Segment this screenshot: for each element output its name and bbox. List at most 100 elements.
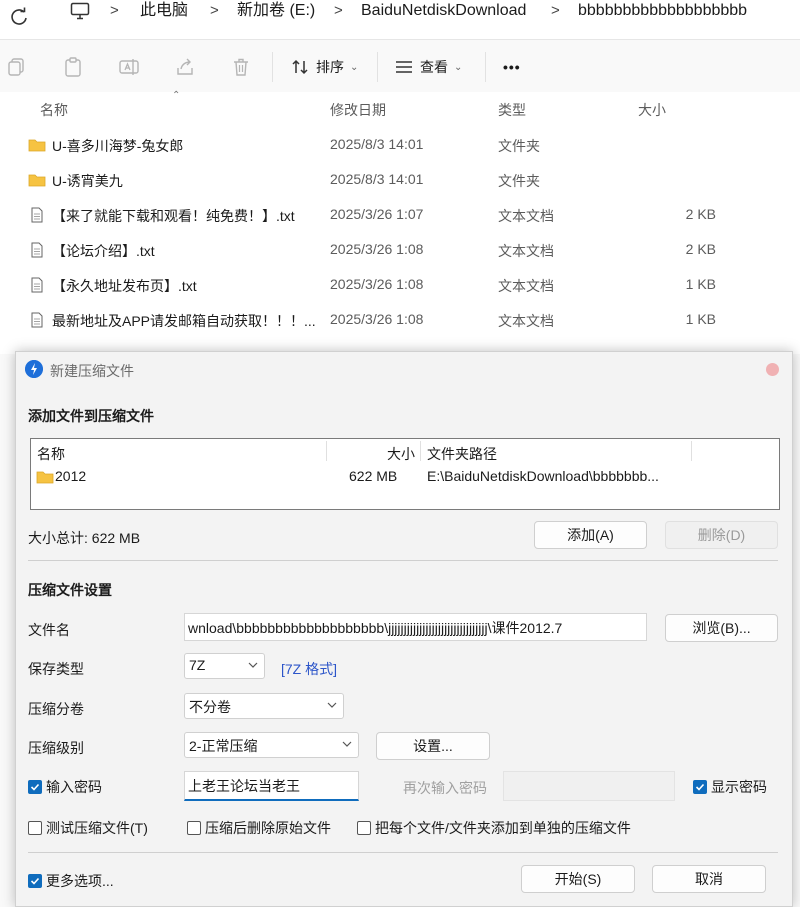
breadcrumb-separator-icon: > [210,2,219,19]
column-divider [420,441,421,461]
file-row[interactable]: U-诱宵美九 2025/8/3 14:01 文件夹 [0,163,800,198]
filename-label: 文件名 [28,622,70,638]
file-row[interactable]: 【论坛介绍】.txt 2025/3/26 1:08 文本文档 2 KB [0,233,800,268]
text-file-icon [31,312,43,328]
breadcrumb-baidu[interactable]: BaiduNetdiskDownload [361,0,526,22]
show-password-checkbox[interactable]: 显示密码 [693,777,767,797]
breadcrumb-current-folder[interactable]: bbbbbbbbbbbbbbbbbbb [578,0,747,22]
file-name: 【论坛介绍】.txt [52,243,155,259]
column-header-type[interactable]: 类型 [498,100,526,120]
format-link[interactable]: [7Z 格式] [281,659,337,679]
chevron-down-icon [327,702,337,708]
add-files-section-title: 添加文件到压缩文件 [28,408,154,424]
file-date: 2025/3/26 1:08 [330,311,424,327]
list-header-size[interactable]: 大小 [387,444,415,464]
file-row[interactable]: 【永久地址发布页】.txt 2025/3/26 1:08 文本文档 1 KB [0,268,800,303]
view-label: 查看 [420,59,448,75]
file-type: 文本文档 [498,278,554,294]
checkbox-unchecked-icon [28,821,42,835]
section-divider [28,560,778,561]
delete-button[interactable]: 删除(D) [665,521,778,549]
delete-after-compress-checkbox[interactable]: 压缩后删除原始文件 [187,818,331,838]
compression-level-label: 压缩级别 [28,740,84,756]
dialog-title: 新建压缩文件 [50,363,134,379]
toolbar-divider [272,52,273,82]
enter-password-label: 输入密码 [46,779,102,795]
compression-level-select[interactable]: 2-正常压缩 [184,732,359,758]
command-bar: 排序 ⌄ 查看 ⌄ ••• [0,40,800,92]
column-header-size[interactable]: 大小 [638,100,666,120]
more-options-label: 更多选项... [46,873,114,889]
compression-level-value: 2-正常压缩 [189,738,258,754]
password-input[interactable]: 上老王论坛当老王 [184,771,359,801]
list-header-path[interactable]: 文件夹路径 [427,444,497,464]
file-date: 2025/3/26 1:07 [330,206,424,222]
address-bar: > 此电脑 > 新加卷 (E:) > BaiduNetdiskDownload … [0,0,800,40]
breadcrumb-this-pc[interactable]: 此电脑 [140,0,188,22]
breadcrumb-separator-icon: > [334,2,343,19]
file-name: 【永久地址发布页】.txt [52,278,197,294]
toolbar-divider [485,52,486,82]
breadcrumb-drive[interactable]: 新加卷 (E:) [237,0,315,22]
chevron-down-icon [248,662,258,668]
split-volume-value: 不分卷 [189,699,231,715]
test-archive-checkbox[interactable]: 测试压缩文件(T) [28,818,148,838]
file-row[interactable]: U-喜多川海梦-兔女郎 2025/8/3 14:01 文件夹 [0,128,800,163]
list-header-name[interactable]: 名称 [37,444,65,464]
save-type-select[interactable]: 7Z [184,653,265,679]
sort-label: 排序 [316,59,344,75]
folder-icon [28,174,46,187]
dialog-title-bar: 新建压缩文件 [16,352,792,386]
rename-icon[interactable] [118,56,140,78]
file-size: 2 KB [685,241,716,257]
delete-after-compress-label: 压缩后删除原始文件 [205,820,331,836]
reenter-password-input[interactable] [503,771,675,801]
file-list: ⌃ 名称 修改日期 类型 大小 U-喜多川海梦-兔女郎 2025/8/3 14:… [0,90,800,354]
file-date: 2025/8/3 14:01 [330,136,424,152]
more-options-button[interactable]: ••• [503,54,521,80]
folder-icon [28,139,46,152]
file-type: 文件夹 [498,138,540,154]
file-name: 最新地址及APP请发邮箱自动获取！！！... [52,313,316,329]
enter-password-checkbox[interactable]: 输入密码 [28,777,102,797]
list-item-size: 622 MB [349,468,398,484]
browse-button[interactable]: 浏览(B)... [665,614,778,642]
delete-icon[interactable] [230,56,252,78]
column-divider [326,441,327,461]
share-icon[interactable] [174,56,196,78]
save-type-label: 保存类型 [28,661,84,677]
refresh-icon[interactable] [8,6,30,28]
close-icon[interactable] [766,363,779,376]
compression-settings-button[interactable]: 设置... [376,732,490,760]
copy-icon[interactable] [6,56,28,78]
archive-file-list[interactable]: 名称 大小 文件夹路径 2012 622 MB E:\BaiduNetdiskD… [30,438,780,510]
app-logo-icon [25,360,43,378]
column-header-date[interactable]: 修改日期 [330,100,386,120]
filename-input[interactable]: wnload\bbbbbbbbbbbbbbbbbbb\jjjjjjjjjjjjj… [184,613,647,641]
start-button[interactable]: 开始(S) [521,865,635,893]
reenter-password-label: 再次输入密码 [403,780,487,796]
file-date: 2025/3/26 1:08 [330,276,424,292]
test-archive-label: 测试压缩文件(T) [46,820,148,836]
chevron-down-icon: ⌄ [350,61,359,73]
file-size: 2 KB [685,206,716,222]
file-row[interactable]: 最新地址及APP请发邮箱自动获取！！！... 2025/3/26 1:08 文本… [0,303,800,338]
split-volume-label: 压缩分卷 [28,701,84,717]
view-button[interactable]: 查看 ⌄ [394,54,462,80]
separate-archives-checkbox[interactable]: 把每个文件/文件夹添加到单独的压缩文件 [357,818,631,838]
add-button[interactable]: 添加(A) [534,521,647,549]
split-volume-select[interactable]: 不分卷 [184,693,344,719]
file-type: 文件夹 [498,173,540,189]
more-options-checkbox[interactable]: 更多选项... [28,871,114,891]
column-divider [691,441,692,461]
file-date: 2025/8/3 14:01 [330,171,424,187]
file-row[interactable]: 【来了就能下载和观看！纯免费！】.txt 2025/3/26 1:07 文本文档… [0,198,800,233]
view-icon [396,61,412,73]
sort-button[interactable]: 排序 ⌄ [290,54,358,80]
checkbox-checked-icon [28,780,42,794]
cancel-button[interactable]: 取消 [652,865,766,893]
breadcrumb-separator-icon: > [110,2,119,19]
paste-icon[interactable] [62,56,84,78]
save-type-value: 7Z [189,657,206,673]
column-header-name[interactable]: 名称 [40,100,68,120]
